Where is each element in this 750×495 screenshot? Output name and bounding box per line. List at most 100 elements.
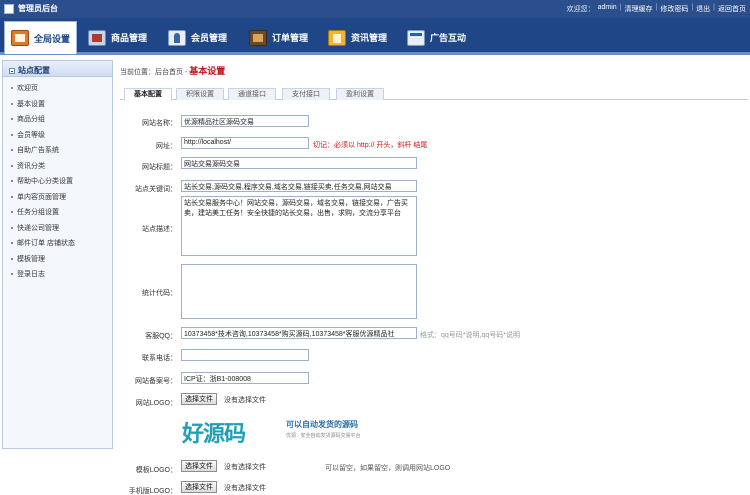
sidebar-item-label: 任务分组设置 <box>17 209 59 216</box>
url-label: 网址： <box>156 143 177 150</box>
keywords-input[interactable]: 站长交易,源码交易,程序交易,域名交易,链接买卖,任务交易,网站交易 <box>181 180 417 192</box>
sidebar-item-label: 商品分组 <box>17 116 45 123</box>
order-icon <box>249 29 267 46</box>
nav-tab-goods[interactable]: 商品管理 <box>82 22 153 53</box>
sidebar-item-label: 单内容页面管理 <box>17 193 66 201</box>
sidebar-title: 站点配置 <box>18 66 50 75</box>
sidebar-item[interactable]: 单内容页面管理 <box>3 190 112 206</box>
logo-subtitle: 优源 · 安全自动发货源码交易平台 <box>286 433 361 439</box>
main-nav: 全局设置 商品管理 会员管理 订单管理 资讯管理 广告互动 <box>0 18 750 55</box>
sidebar-item[interactable]: 登录日志 <box>3 267 112 283</box>
sidebar-item[interactable]: 快递公司管理 <box>3 221 112 237</box>
tab-profit[interactable]: 盈利设置 <box>336 88 384 100</box>
nav-tab-global-settings[interactable]: 全局设置 <box>4 21 78 54</box>
sidebar-item-label: 自助广告系统 <box>17 147 59 154</box>
nav-tab-label: 全局设置 <box>34 33 71 44</box>
sidebar-item-label: 欢迎页 <box>17 85 38 92</box>
no-file-text: 没有选择文件 <box>224 397 266 404</box>
sidebar-item-label: 基本设置 <box>17 100 45 108</box>
sidebar-item[interactable]: 会员等级 <box>3 128 112 144</box>
nav-tab-orders[interactable]: 订单管理 <box>243 22 314 53</box>
nav-tab-ads[interactable]: 广告互动 <box>401 22 472 53</box>
site-name-label: 网站名称： <box>142 120 177 127</box>
clear-cache-link[interactable]: 清理缓存 <box>625 4 653 14</box>
choose-file-button[interactable]: 选择文件 <box>181 393 217 405</box>
site-title-input[interactable]: 网站交易源码交易 <box>181 157 417 169</box>
sidebar-item[interactable]: 模板管理 <box>3 252 112 268</box>
nav-tab-news[interactable]: 资讯管理 <box>322 22 393 53</box>
template-logo-no-file: 没有选择文件 <box>224 464 266 471</box>
sidebar-item[interactable]: 帮助中心分类设置 <box>3 174 112 190</box>
member-icon <box>168 29 186 46</box>
mobile-logo-choose-button[interactable]: 选择文件 <box>181 481 217 493</box>
home-icon <box>11 30 29 46</box>
phone-label: 联系电话： <box>142 355 177 362</box>
tab-payment[interactable]: 支付接口 <box>282 88 330 100</box>
stats-code-textarea[interactable] <box>181 264 417 319</box>
template-logo-hint: 可以留空，如果留空，则调用网站LOGO <box>325 465 451 472</box>
sidebar-item[interactable]: 欢迎页 <box>3 81 112 97</box>
bullet-icon <box>11 149 13 151</box>
url-hint: 切记：必须以 http:// 开头，斜杆 结尾 <box>313 142 428 149</box>
sidebar-item[interactable]: 自助广告系统 <box>3 143 112 159</box>
sidebar-item[interactable]: 商品分组 <box>3 112 112 128</box>
bullet-icon <box>11 226 13 229</box>
sidebar-item[interactable]: 邮件订单 店铺状态 <box>3 236 112 252</box>
tab-basic[interactable]: 基本配置 <box>124 88 172 101</box>
mobile-logo-no-file: 没有选择文件 <box>224 485 266 492</box>
bullet-icon <box>11 133 13 136</box>
separator: | <box>713 4 715 11</box>
breadcrumb-current: 基本设置 <box>189 66 226 76</box>
qq-hint: 格式：qq号码*说明,qq号码*说明 <box>420 332 520 339</box>
description-label: 站点描述： <box>142 226 177 233</box>
sidebar: 站点配置 欢迎页 基本设置 商品分组 会员等级 自助广告系统 资讯分类 帮助中心… <box>2 60 113 449</box>
sidebar-item[interactable]: 资讯分类 <box>3 159 112 175</box>
bullet-icon <box>11 242 13 244</box>
breadcrumb: 当前位置：后台首页 - 基本设置 <box>120 64 225 77</box>
bullet-icon <box>11 195 13 198</box>
home-link[interactable]: 返回首页 <box>718 4 746 14</box>
top-links: 欢迎您： admin | 清理缓存 | 修改密码 | 退出 | 返回首页 <box>567 4 746 14</box>
breadcrumb-prefix: 当前位置：后台首页 - <box>120 69 188 76</box>
sidebar-item-label: 资讯分类 <box>17 162 45 170</box>
sidebar-item-label: 邮件订单 店铺状态 <box>17 240 75 247</box>
user-name[interactable]: admin <box>598 4 617 14</box>
url-input[interactable]: http://localhost/ <box>181 137 309 149</box>
qq-label: 客服QQ： <box>145 333 177 340</box>
sidebar-item-label: 帮助中心分类设置 <box>17 178 73 185</box>
sidebar-item[interactable]: 基本设置 <box>3 97 112 113</box>
tab-points[interactable]: 积限设置 <box>176 88 224 100</box>
bullet-icon <box>11 102 13 105</box>
goods-icon <box>88 29 106 46</box>
brand-logo-icon <box>4 3 14 14</box>
sidebar-header[interactable]: 站点配置 <box>3 61 112 77</box>
change-password-link[interactable]: 修改密码 <box>660 4 688 14</box>
template-logo-choose-button[interactable]: 选择文件 <box>181 460 217 472</box>
bullet-icon <box>11 273 13 275</box>
description-textarea[interactable]: 站长交易服务中心！网站交易，源码交易，域名交易，链接交易，广告买卖，建站美工任务… <box>181 196 417 256</box>
logout-link[interactable]: 退出 <box>696 4 710 14</box>
separator: | <box>619 4 622 11</box>
sidebar-item-label: 会员等级 <box>17 131 45 139</box>
qq-input[interactable]: 10373458*技术咨询,10373458*购买源码,10373458*客服优… <box>181 327 417 339</box>
bullet-icon <box>11 118 13 120</box>
nav-tab-members[interactable]: 会员管理 <box>162 22 233 53</box>
nav-tab-label: 商品管理 <box>111 33 148 43</box>
keywords-label: 站点关键词： <box>135 186 177 193</box>
icp-label: 网站备案号： <box>135 378 177 385</box>
mobile-logo-label: 手机版LOGO： <box>128 488 177 495</box>
icp-input[interactable]: ICP证：浙B1-008008 <box>181 372 309 384</box>
site-name-input[interactable]: 优源精品社区源码交易 <box>181 115 309 127</box>
site-logo-label: 网站LOGO： <box>135 400 177 407</box>
sidebar-item-label: 快递公司管理 <box>17 224 59 232</box>
sidebar-item[interactable]: 任务分组设置 <box>3 205 112 221</box>
collapse-icon[interactable] <box>9 67 15 74</box>
bullet-icon <box>11 164 13 167</box>
tab-channel[interactable]: 通道接口 <box>228 88 276 100</box>
template-logo-label: 模板LOGO： <box>135 467 177 474</box>
brand: 管理员后台 <box>4 3 58 14</box>
settings-tabs: 基本配置 积限设置 通道接口 支付接口 盈利设置 <box>120 86 748 101</box>
stats-code-label: 统计代码： <box>142 290 177 297</box>
brand-title: 管理员后台 <box>18 4 58 13</box>
phone-input[interactable] <box>181 349 309 361</box>
